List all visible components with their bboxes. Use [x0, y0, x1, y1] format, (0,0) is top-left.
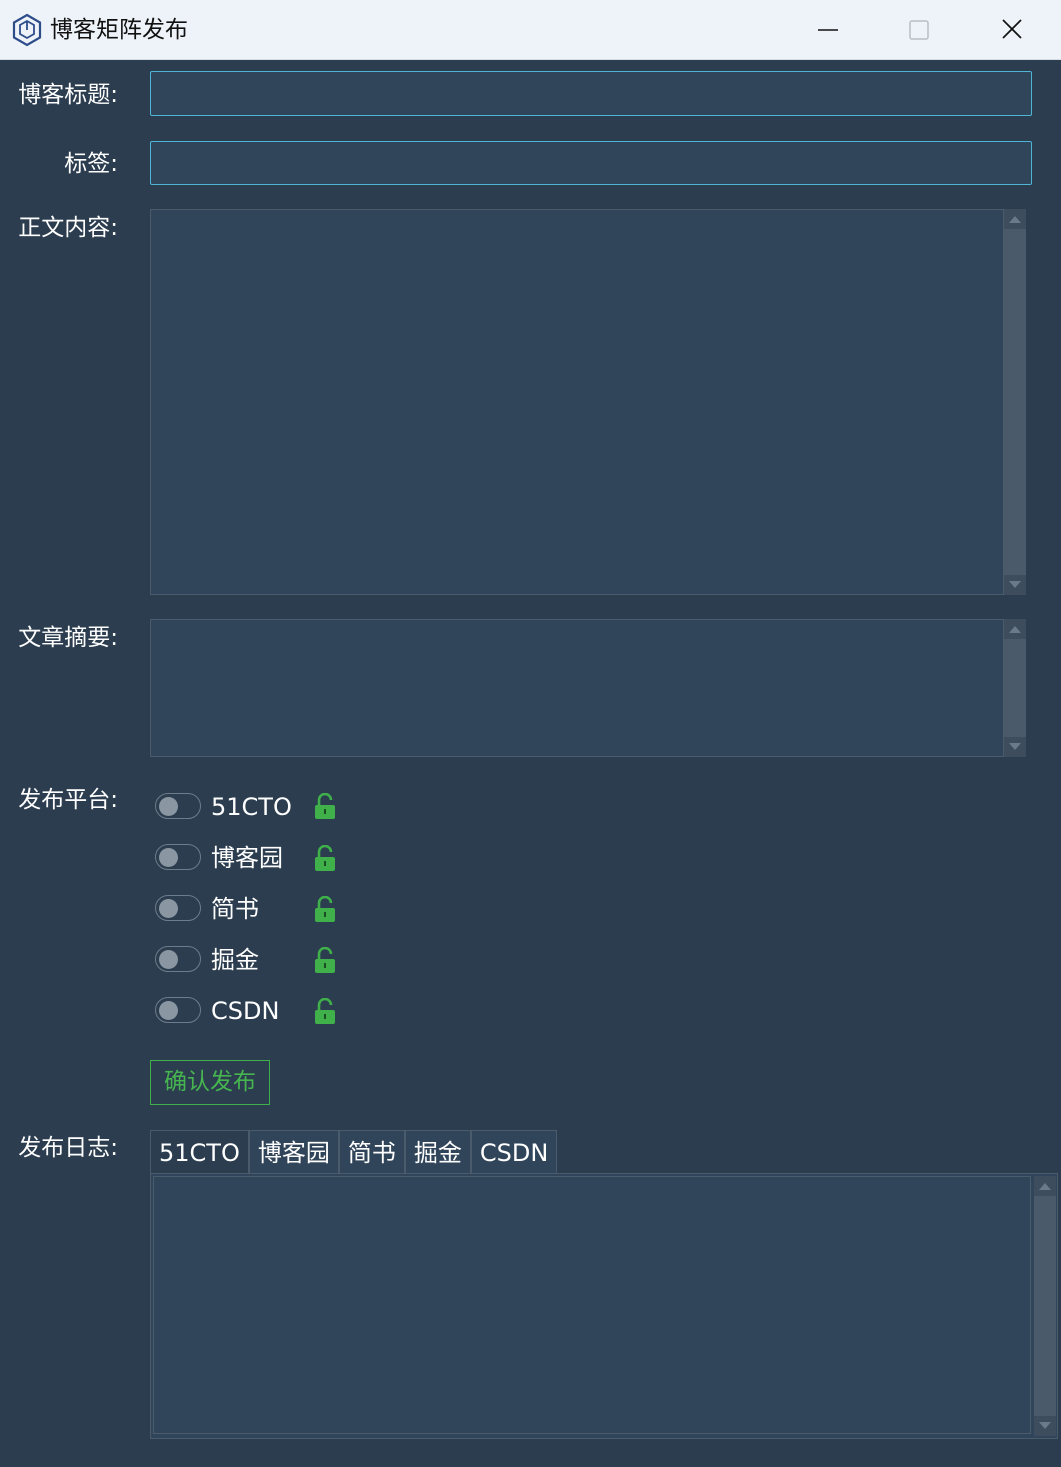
toggle-knob — [159, 899, 178, 918]
toggle-knob — [159, 1001, 178, 1020]
toggle-knob — [159, 797, 178, 816]
tags-label: 标签: — [64, 151, 118, 177]
close-button[interactable] — [967, 0, 1057, 59]
log-tabs: 51CTO 博客园 简书 掘金 CSDN — [150, 1130, 558, 1174]
scroll-down-button[interactable] — [1004, 575, 1026, 595]
maximize-icon — [909, 20, 929, 40]
log-textarea[interactable] — [153, 1176, 1031, 1434]
content-label: 正文内容: — [18, 215, 118, 241]
close-icon — [1002, 19, 1022, 39]
blog-title-label: 博客标题: — [18, 82, 118, 108]
platform-name: 简书 — [211, 895, 259, 923]
unlocked-lock-icon — [315, 998, 335, 1024]
chevron-down-icon — [1009, 743, 1021, 750]
tags-input[interactable] — [150, 141, 1032, 185]
tab-csdn[interactable]: CSDN — [470, 1130, 558, 1174]
title-bar: 博客矩阵发布 — [0, 0, 1061, 60]
tab-51cto[interactable]: 51CTO — [150, 1130, 249, 1174]
content-scrollbar[interactable] — [1004, 209, 1026, 595]
platform-name: 博客园 — [211, 844, 283, 872]
scroll-up-button[interactable] — [1034, 1176, 1056, 1196]
scroll-down-button[interactable] — [1004, 737, 1026, 757]
window-title: 博客矩阵发布 — [50, 17, 188, 43]
toggle-juejin[interactable] — [155, 946, 201, 972]
minimize-icon — [818, 29, 838, 31]
tab-juejin[interactable]: 掘金 — [404, 1130, 471, 1174]
tab-jianshu[interactable]: 简书 — [338, 1130, 405, 1174]
toggle-51cto[interactable] — [155, 793, 201, 819]
unlocked-lock-icon — [315, 793, 335, 819]
tab-cnblogs[interactable]: 博客园 — [248, 1130, 339, 1174]
unlocked-lock-icon — [315, 947, 335, 973]
log-scrollbar[interactable] — [1034, 1176, 1056, 1436]
unlocked-lock-icon — [315, 845, 335, 871]
summary-textarea[interactable] — [150, 619, 1004, 757]
chevron-down-icon — [1039, 1422, 1051, 1429]
toggle-jianshu[interactable] — [155, 895, 201, 921]
platform-label: 发布平台: — [18, 787, 118, 813]
summary-scrollbar[interactable] — [1004, 619, 1026, 757]
minimize-button[interactable] — [783, 0, 873, 59]
chevron-up-icon — [1039, 1183, 1051, 1190]
platform-name: CSDN — [211, 997, 280, 1025]
toggle-csdn[interactable] — [155, 997, 201, 1023]
platform-name: 51CTO — [211, 793, 292, 821]
log-panel — [150, 1173, 1058, 1439]
toggle-cnblogs[interactable] — [155, 844, 201, 870]
chevron-up-icon — [1009, 626, 1021, 633]
content-textarea[interactable] — [150, 209, 1004, 595]
scroll-up-button[interactable] — [1004, 209, 1026, 229]
unlocked-lock-icon — [315, 896, 335, 922]
summary-label: 文章摘要: — [18, 625, 118, 651]
toggle-knob — [159, 848, 178, 867]
platform-name: 掘金 — [211, 946, 259, 974]
chevron-down-icon — [1009, 581, 1021, 588]
chevron-up-icon — [1009, 216, 1021, 223]
scroll-down-button[interactable] — [1034, 1416, 1056, 1436]
scroll-up-button[interactable] — [1004, 619, 1026, 639]
maximize-button[interactable] — [874, 0, 964, 59]
toggle-knob — [159, 950, 178, 969]
blog-title-input[interactable] — [150, 71, 1032, 116]
hexagon-app-icon — [12, 13, 42, 47]
confirm-publish-button[interactable]: 确认发布 — [150, 1060, 270, 1105]
log-label: 发布日志: — [18, 1135, 118, 1161]
